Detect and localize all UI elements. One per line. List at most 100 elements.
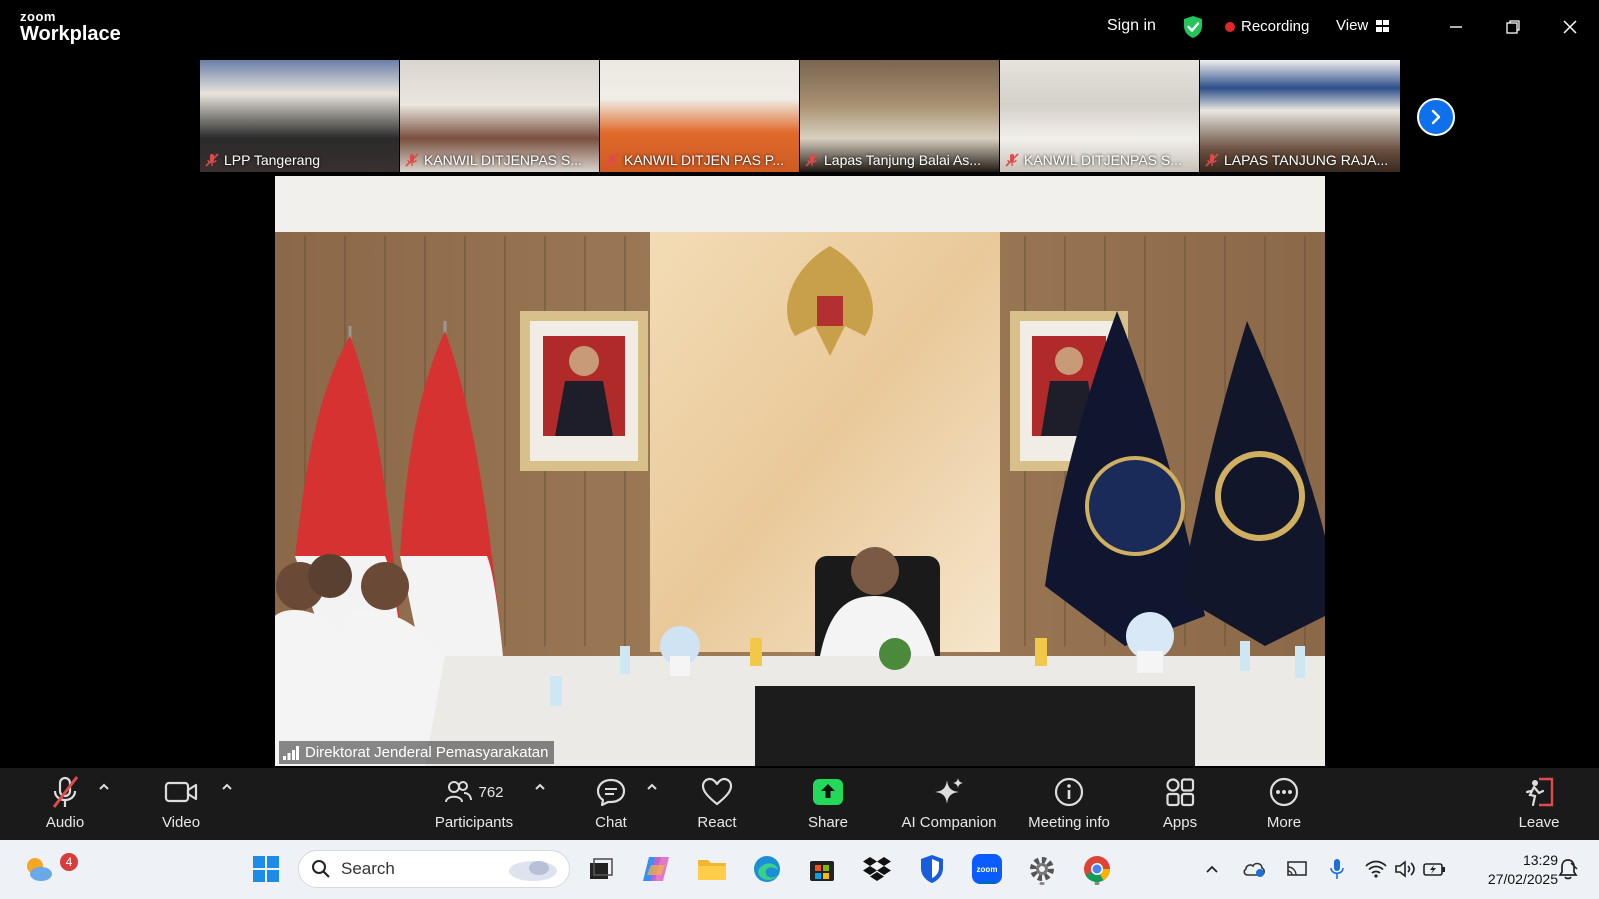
chrome-button[interactable] (1079, 851, 1115, 887)
participants-button[interactable]: 762 Participants (419, 774, 529, 831)
task-view-button[interactable] (582, 851, 618, 887)
restore-button[interactable] (1500, 14, 1526, 40)
participant-name: LAPAS TANJUNG RAJA... (1224, 152, 1389, 168)
meeting-room-scene (275, 176, 1325, 766)
speaker-volume-icon (1395, 860, 1415, 878)
search-highlight-icon (509, 861, 557, 881)
microphone-tray-button[interactable] (1323, 851, 1351, 887)
mic-muted-icon (605, 153, 619, 167)
notification-badge: 4 (60, 853, 78, 871)
edge-browser-button[interactable] (749, 851, 785, 887)
svg-text:zoom: zoom (977, 865, 998, 874)
audio-options-caret-icon[interactable] (97, 782, 111, 792)
edge-icon (754, 856, 780, 882)
info-icon (1054, 777, 1084, 807)
settings-button[interactable] (1024, 851, 1060, 887)
password-shield-icon (921, 855, 943, 883)
running-app-indicator (1039, 882, 1045, 885)
mic-muted-icon (205, 153, 219, 167)
more-dots-icon (1269, 777, 1299, 807)
meeting-controls-toolbar: Audio Video 762 Participants Chat React … (0, 768, 1599, 840)
participant-tile[interactable]: KANWIL DITJENPAS S... (400, 60, 600, 172)
search-icon (312, 860, 330, 878)
restore-icon (1506, 20, 1520, 34)
video-options-caret-icon[interactable] (220, 782, 234, 792)
participant-name: KANWIL DITJENPAS S... (1024, 152, 1182, 168)
sparkle-icon (935, 778, 963, 804)
apps-button[interactable]: Apps (1125, 774, 1235, 831)
ai-companion-label: AI Companion (901, 814, 997, 831)
next-page-button[interactable] (1417, 98, 1455, 136)
clock-time: 13:29 (1522, 852, 1558, 868)
taskbar-search[interactable] (298, 850, 570, 888)
participants-label: Participants (434, 814, 514, 831)
volume-tray-button[interactable] (1391, 851, 1419, 887)
show-hidden-icons-button[interactable] (1199, 851, 1225, 887)
participant-tile[interactable]: KANWIL DITJEN PAS P... (600, 60, 800, 172)
battery-tray-button[interactable] (1421, 851, 1449, 887)
video-camera-icon (164, 781, 198, 803)
search-input[interactable] (341, 859, 491, 879)
cast-tray-button[interactable] (1283, 851, 1311, 887)
microsoft-store-icon (810, 861, 834, 881)
minimize-button[interactable] (1443, 14, 1469, 40)
dropbox-icon (863, 857, 891, 881)
copilot-button[interactable] (638, 851, 674, 887)
mic-muted-icon (405, 153, 419, 167)
cast-icon (1287, 861, 1307, 876)
encryption-shield-icon[interactable] (1182, 15, 1204, 39)
logo-line2: Workplace (20, 23, 121, 45)
sign-in-link[interactable]: Sign in (1107, 17, 1156, 35)
participant-name: KANWIL DITJEN PAS P... (624, 152, 785, 168)
start-button[interactable] (248, 851, 284, 887)
meeting-info-button[interactable]: Meeting info (1014, 774, 1124, 831)
recording-label: Recording (1241, 18, 1310, 35)
participant-tile[interactable]: Lapas Tanjung Balai As... (800, 60, 1000, 172)
notifications-button[interactable] (1554, 851, 1582, 887)
close-button[interactable] (1557, 14, 1583, 40)
store-button[interactable] (804, 851, 840, 887)
participants-options-caret-icon[interactable] (533, 782, 547, 792)
ai-companion-button[interactable]: AI Companion (889, 774, 1009, 831)
participant-tile[interactable]: LPP Tangerang (200, 60, 400, 172)
clock-date: 27/02/2025 (1487, 871, 1558, 887)
cloud-icon (1243, 862, 1265, 877)
record-dot-icon (1225, 21, 1235, 32)
recording-indicator[interactable]: Recording (1225, 18, 1309, 35)
wifi-tray-button[interactable] (1362, 851, 1390, 887)
zoom-taskbar-button[interactable]: zoom (969, 851, 1005, 887)
participant-tile[interactable]: LAPAS TANJUNG RAJA... (1200, 60, 1400, 172)
chat-bubble-icon (596, 778, 626, 807)
onedrive-tray-button[interactable] (1240, 851, 1268, 887)
participant-name: KANWIL DITJENPAS S... (424, 152, 582, 168)
share-label: Share (807, 814, 849, 831)
active-speaker-video[interactable]: Direktorat Jenderal Pemasyarakatan (275, 176, 1325, 766)
weather-widget-icon (27, 858, 52, 881)
file-explorer-button[interactable] (694, 851, 730, 887)
react-button[interactable]: React (662, 774, 772, 831)
participant-name: Lapas Tanjung Balai As... (824, 152, 981, 168)
leave-door-icon (1525, 777, 1554, 807)
windows-logo-icon (253, 856, 279, 882)
participant-tile[interactable]: KANWIL DITJENPAS S... (1000, 60, 1200, 172)
chat-options-caret-icon[interactable] (645, 782, 659, 792)
mic-muted-icon (1005, 153, 1019, 167)
chevron-right-icon (1431, 109, 1441, 125)
grid-view-icon (1376, 19, 1390, 32)
active-app-indicator (979, 881, 995, 884)
video-label: Video (161, 814, 201, 831)
share-button[interactable]: Share (773, 774, 883, 831)
audio-label: Audio (45, 814, 85, 831)
mic-muted-icon (52, 776, 79, 808)
bitwarden-button[interactable] (914, 851, 950, 887)
mic-muted-icon (805, 153, 819, 167)
folder-icon (698, 860, 726, 880)
view-button[interactable]: View (1336, 17, 1390, 34)
dropbox-button[interactable] (859, 851, 895, 887)
leave-button[interactable]: Leave (1484, 774, 1594, 831)
wifi-icon (1365, 860, 1387, 878)
microphone-icon (1330, 859, 1344, 879)
widgets-button[interactable]: 4 (20, 851, 78, 887)
system-clock[interactable]: 13:29 27/02/2025 (1466, 851, 1558, 889)
more-button[interactable]: More (1229, 774, 1339, 831)
